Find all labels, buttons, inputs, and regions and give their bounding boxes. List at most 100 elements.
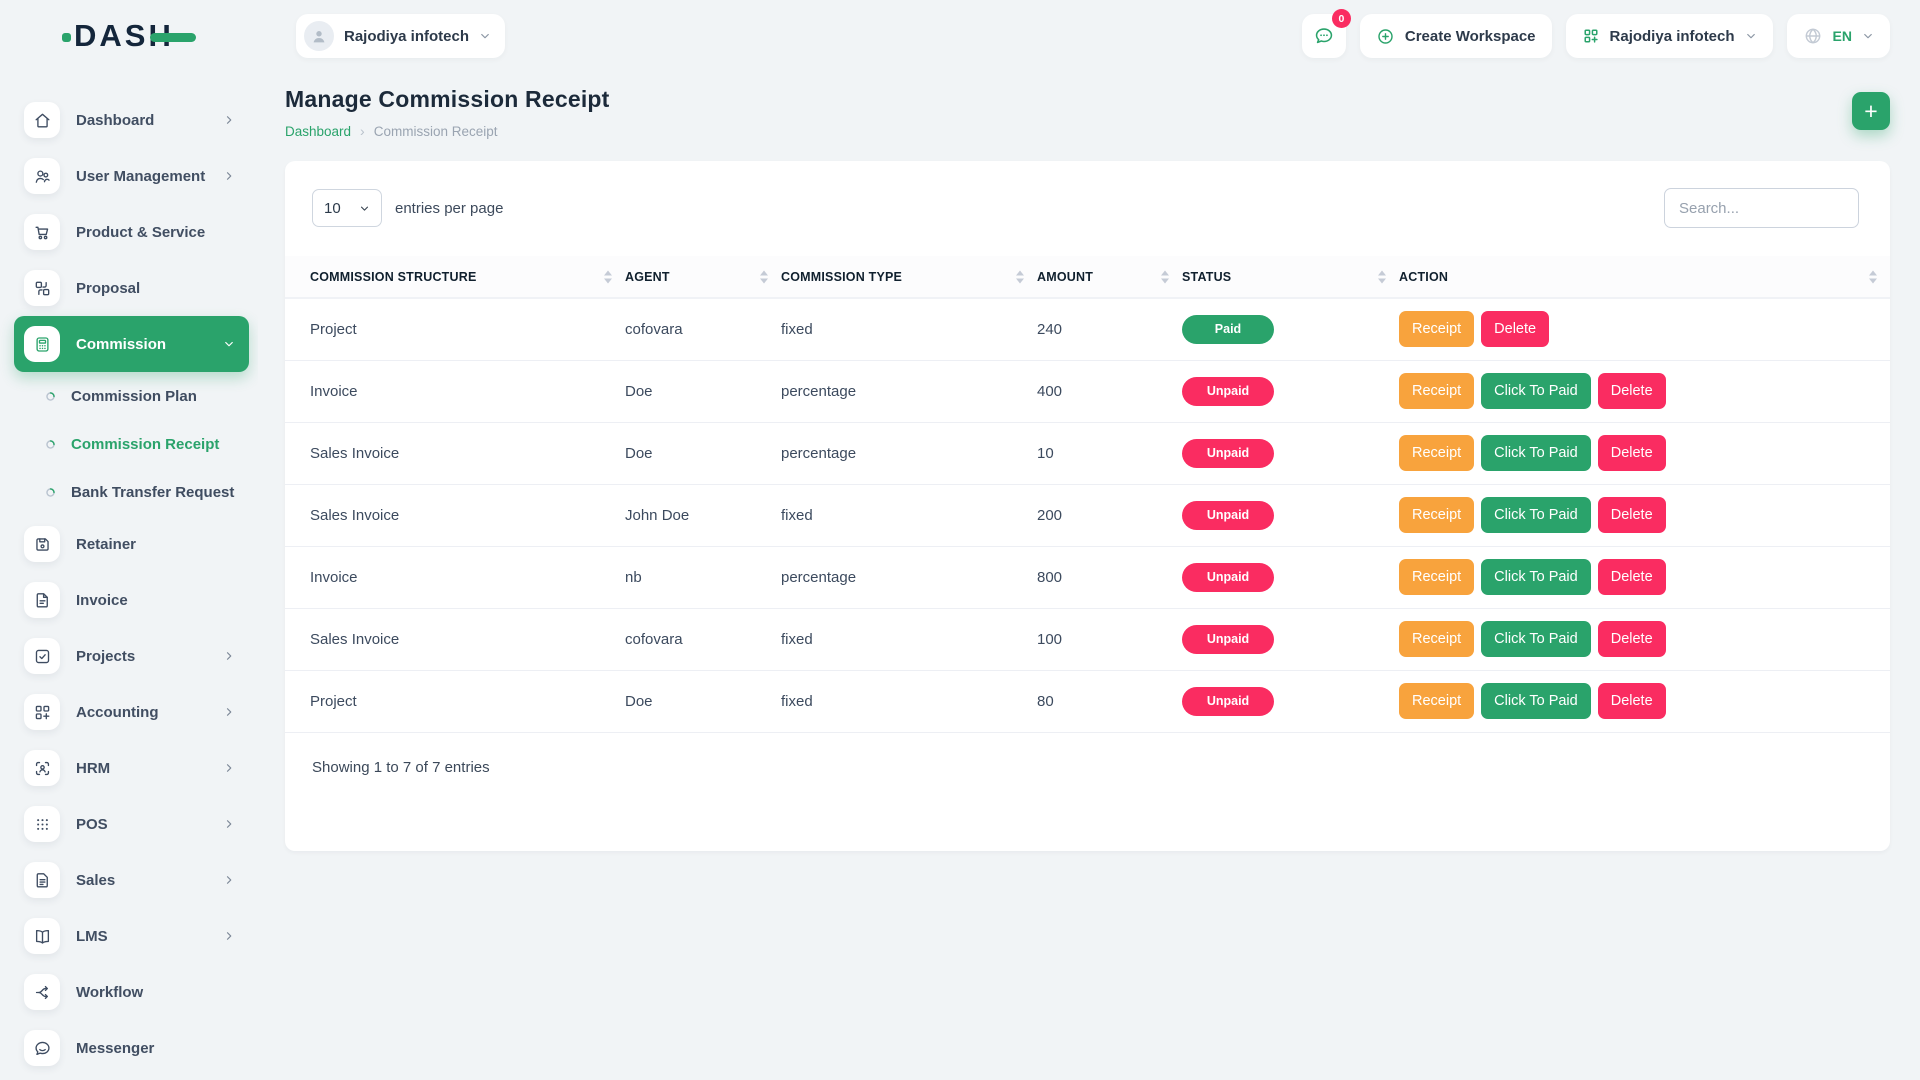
column-header-agent[interactable]: AGENT: [625, 256, 781, 298]
receipt-button[interactable]: Receipt: [1399, 559, 1474, 595]
cell-commission-structure: Sales Invoice: [285, 484, 625, 546]
click-to-paid-button[interactable]: Click To Paid: [1481, 621, 1591, 657]
receipt-button[interactable]: Receipt: [1399, 373, 1474, 409]
cell-commission-type: percentage: [781, 360, 1037, 422]
lms-icon: [33, 927, 52, 946]
sidebar-subitem-label: Commission Plan: [71, 388, 197, 405]
receipt-button[interactable]: Receipt: [1399, 621, 1474, 657]
sidebar-item-sales[interactable]: Sales: [14, 852, 249, 908]
commission-receipt-table: COMMISSION STRUCTURE AGENT COMMISSION TY…: [285, 256, 1890, 733]
sidebar-item-pos[interactable]: POS: [14, 796, 249, 852]
sidebar-item-proposal[interactable]: Proposal: [14, 260, 249, 316]
bullet-icon: [44, 438, 57, 451]
page-header: Manage Commission Receipt Dashboard › Co…: [285, 86, 1890, 139]
sidebar-item-retainer[interactable]: Retainer: [14, 516, 249, 572]
click-to-paid-button[interactable]: Click To Paid: [1481, 683, 1591, 719]
sort-icon[interactable]: [1161, 270, 1169, 283]
chevron-down-icon: [1745, 30, 1757, 42]
table-row: Sales Invoice Doe percentage 10 Unpaid R…: [285, 422, 1890, 484]
workspace-selector[interactable]: Rajodiya infotech: [296, 14, 505, 58]
sort-icon[interactable]: [1016, 270, 1024, 283]
column-header-commission-type[interactable]: COMMISSION TYPE: [781, 256, 1037, 298]
receipt-button[interactable]: Receipt: [1399, 311, 1474, 347]
receipt-button[interactable]: Receipt: [1399, 435, 1474, 471]
cell-commission-type: percentage: [781, 546, 1037, 608]
delete-button[interactable]: Delete: [1598, 435, 1666, 471]
plus-circle-icon: [1376, 27, 1395, 46]
sidebar-subitem-bank-transfer-request[interactable]: Bank Transfer Request: [0, 468, 258, 516]
cell-commission-structure: Invoice: [285, 546, 625, 608]
cell-action: ReceiptDelete: [1399, 298, 1890, 360]
app-logo[interactable]: DASH: [62, 18, 196, 54]
cell-agent: nb: [625, 546, 781, 608]
entries-per-page-select[interactable]: 10: [312, 189, 382, 227]
cell-agent: Doe: [625, 422, 781, 484]
sidebar-item-commission[interactable]: Commission: [14, 316, 249, 372]
delete-button[interactable]: Delete: [1598, 683, 1666, 719]
projects-icon: [33, 647, 52, 666]
create-workspace-button[interactable]: Create Workspace: [1360, 14, 1552, 58]
chevron-right-icon: [223, 930, 235, 942]
cell-amount: 400: [1037, 360, 1182, 422]
click-to-paid-button[interactable]: Click To Paid: [1481, 497, 1591, 533]
column-header-action[interactable]: ACTION: [1399, 256, 1890, 298]
cart-icon: [33, 223, 52, 242]
column-header-status[interactable]: STATUS: [1182, 256, 1399, 298]
cell-agent: cofovara: [625, 608, 781, 670]
delete-button[interactable]: Delete: [1598, 559, 1666, 595]
table-header-row: COMMISSION STRUCTURE AGENT COMMISSION TY…: [285, 256, 1890, 298]
messenger-icon: [33, 1039, 52, 1058]
column-header-amount[interactable]: AMOUNT: [1037, 256, 1182, 298]
sidebar-item-lms[interactable]: LMS: [14, 908, 249, 964]
breadcrumb-dashboard-link[interactable]: Dashboard: [285, 124, 351, 139]
cell-status: Unpaid: [1182, 360, 1399, 422]
column-header-label: AGENT: [625, 270, 670, 284]
delete-button[interactable]: Delete: [1598, 497, 1666, 533]
sidebar-item-label: POS: [76, 816, 108, 833]
receipt-button[interactable]: Receipt: [1399, 683, 1474, 719]
sidebar-item-label: LMS: [76, 928, 108, 945]
app-root: DASH Rajodiya infotech 0 Create Workspac…: [0, 0, 1920, 1080]
cell-agent: Doe: [625, 360, 781, 422]
search-input[interactable]: [1664, 188, 1859, 228]
sidebar-item-projects[interactable]: Projects: [14, 628, 249, 684]
column-header-label: COMMISSION STRUCTURE: [310, 270, 477, 284]
delete-button[interactable]: Delete: [1481, 311, 1549, 347]
column-header-commission-structure[interactable]: COMMISSION STRUCTURE: [285, 256, 625, 298]
sidebar-item-accounting[interactable]: Accounting: [14, 684, 249, 740]
sidebar-item-user-management[interactable]: User Management: [14, 148, 249, 204]
sidebar-item-product-service[interactable]: Product & Service: [14, 204, 249, 260]
entries-value: 10: [324, 200, 341, 217]
breadcrumb-separator: ›: [360, 123, 365, 139]
sidebar-item-workflow[interactable]: Workflow: [14, 964, 249, 1020]
click-to-paid-button[interactable]: Click To Paid: [1481, 435, 1591, 471]
pos-icon: [33, 815, 52, 834]
sort-icon[interactable]: [760, 270, 768, 283]
messages-button[interactable]: 0: [1302, 14, 1346, 58]
add-commission-receipt-button[interactable]: +: [1852, 92, 1890, 130]
hrm-icon: [33, 759, 52, 778]
click-to-paid-button[interactable]: Click To Paid: [1481, 559, 1591, 595]
cell-status: Unpaid: [1182, 608, 1399, 670]
receipt-button[interactable]: Receipt: [1399, 497, 1474, 533]
delete-button[interactable]: Delete: [1598, 373, 1666, 409]
sort-icon[interactable]: [1378, 270, 1386, 283]
click-to-paid-button[interactable]: Click To Paid: [1481, 373, 1591, 409]
chevron-down-icon: [223, 338, 235, 350]
sort-icon[interactable]: [604, 270, 612, 283]
chat-icon: [1313, 25, 1335, 47]
logo-zone: DASH: [0, 0, 258, 72]
sort-icon[interactable]: [1869, 270, 1877, 283]
sidebar-item-invoice[interactable]: Invoice: [14, 572, 249, 628]
sidebar-item-hrm[interactable]: HRM: [14, 740, 249, 796]
chevron-down-icon: [1862, 30, 1874, 42]
sidebar-item-messenger[interactable]: Messenger: [14, 1020, 249, 1076]
cell-agent: Doe: [625, 670, 781, 732]
sidebar-item-dashboard[interactable]: Dashboard: [14, 92, 249, 148]
sidebar-subitem-commission-receipt[interactable]: Commission Receipt: [0, 420, 258, 468]
workflow-icon: [33, 983, 52, 1002]
sidebar-subitem-commission-plan[interactable]: Commission Plan: [0, 372, 258, 420]
company-selector[interactable]: Rajodiya infotech: [1566, 14, 1773, 58]
delete-button[interactable]: Delete: [1598, 621, 1666, 657]
language-selector[interactable]: EN: [1787, 14, 1890, 58]
